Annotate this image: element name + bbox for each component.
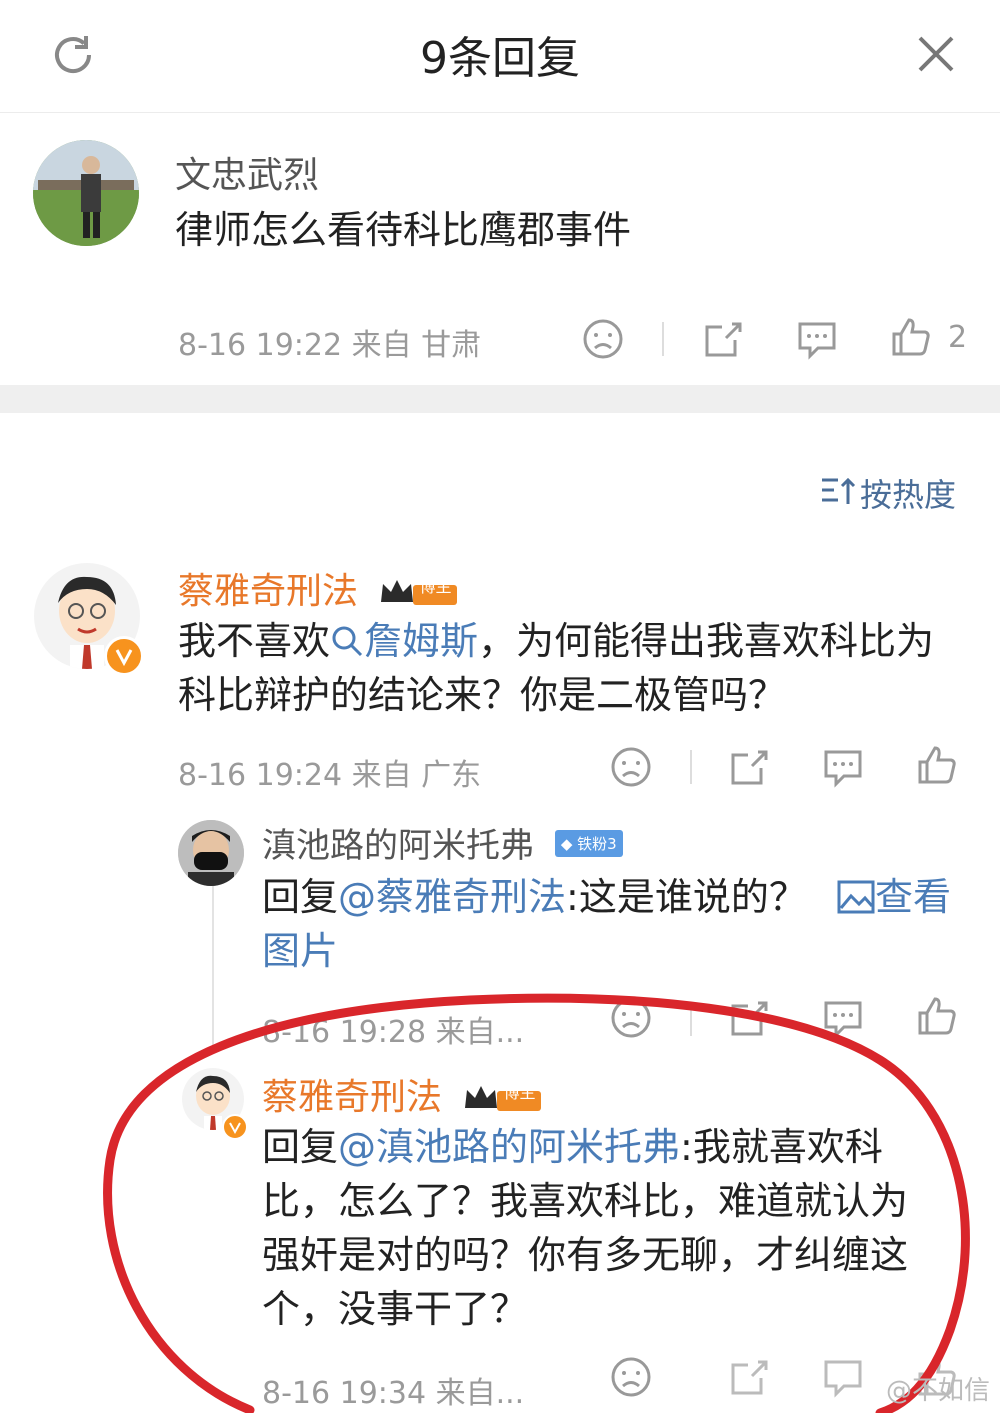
reply-text-part: :这是谁说的？: [566, 875, 807, 919]
reply-prefix: 回复: [262, 875, 339, 919]
watermark-text: @不如信: [885, 1376, 990, 1406]
divider: [690, 750, 692, 784]
section-divider: [0, 385, 1000, 413]
comment-icon[interactable]: [796, 318, 838, 364]
reply-text: 回复@蔡雅奇刑法:这是谁说的？ 查看图片: [262, 870, 962, 978]
share-icon[interactable]: [728, 997, 770, 1043]
thumbs-up-icon[interactable]: [916, 995, 958, 1041]
thread-line: [212, 880, 214, 1050]
comment-meta: 8-16 19:24 来自 广东: [178, 758, 482, 793]
divider: [690, 1002, 692, 1036]
divider: [662, 322, 664, 356]
avatar[interactable]: [178, 820, 244, 886]
comment-text-part: 我不喜欢: [178, 619, 331, 663]
root-meta: 8-16 19:22 来自 甘肃: [178, 328, 482, 363]
topic-link[interactable]: 詹姆斯: [330, 619, 478, 663]
like-count: 2: [948, 320, 968, 355]
diamond-icon: ◆: [560, 835, 573, 853]
sad-face-icon[interactable]: [582, 318, 624, 364]
badge-label: 博主: [503, 1082, 536, 1102]
page-title: 9条回复: [420, 33, 580, 84]
comment-username[interactable]: 蔡雅奇刑法 博主: [178, 562, 459, 614]
share-icon[interactable]: [728, 1356, 770, 1402]
reply-username[interactable]: 滇池路的阿米托弗 ◆ 铁粉3: [262, 818, 623, 867]
sort-icon: [822, 477, 856, 504]
blogger-badge: 博主: [379, 570, 459, 611]
topic-link-label: 詹姆斯: [364, 619, 479, 663]
header-bar: 9条回复: [0, 0, 1000, 113]
image-icon: [837, 880, 875, 914]
badge-label: 博主: [419, 576, 452, 596]
badge-label: 铁粉3: [577, 835, 617, 853]
thumbs-up-icon[interactable]: [916, 744, 958, 790]
sad-face-icon[interactable]: [610, 1356, 652, 1402]
comment-icon[interactable]: [822, 997, 864, 1043]
mention-link[interactable]: @蔡雅奇刑法: [338, 875, 566, 919]
reply-meta: 8-16 19:34 来自...: [262, 1376, 525, 1411]
reply-meta: 8-16 19:28 来自...: [262, 1015, 525, 1050]
verified-badge-icon: [222, 1114, 248, 1140]
fan-badge: ◆ 铁粉3: [554, 830, 623, 857]
comment-icon[interactable]: [822, 1356, 864, 1402]
reply-text: 回复@滇池路的阿米托弗:我就喜欢科比，怎么了？我喜欢科比，难道就认为强奸是对的吗…: [262, 1120, 942, 1336]
username-label: 滇池路的阿米托弗: [262, 826, 534, 866]
avatar[interactable]: [33, 140, 139, 246]
mention-link[interactable]: @滇池路的阿米托弗: [338, 1125, 680, 1169]
share-icon[interactable]: [702, 318, 744, 364]
sad-face-icon[interactable]: [610, 746, 652, 792]
comment-text: 我不喜欢 詹姆斯，为何能得出我喜欢科比为科比辩护的结论来？你是二极管吗？: [178, 614, 958, 722]
reply-username[interactable]: 蔡雅奇刑法 博主: [262, 1068, 543, 1120]
thumbs-up-icon[interactable]: [890, 316, 932, 362]
root-username[interactable]: 文忠武烈: [175, 146, 319, 198]
verified-badge-icon: [104, 636, 144, 676]
sort-label: 按热度: [860, 476, 957, 514]
username-label: 蔡雅奇刑法: [262, 1077, 443, 1118]
share-icon[interactable]: [728, 746, 770, 792]
username-label: 蔡雅奇刑法: [178, 571, 359, 612]
sort-toggle[interactable]: 按热度: [820, 470, 960, 514]
root-comment-text: 律师怎么看待科比鹰郡事件: [175, 208, 632, 252]
search-icon: [332, 626, 363, 657]
close-icon[interactable]: [914, 32, 958, 80]
comment-icon[interactable]: [822, 746, 864, 792]
sad-face-icon[interactable]: [610, 997, 652, 1043]
reply-prefix: 回复: [262, 1125, 339, 1169]
blogger-badge: 博主: [463, 1076, 543, 1117]
